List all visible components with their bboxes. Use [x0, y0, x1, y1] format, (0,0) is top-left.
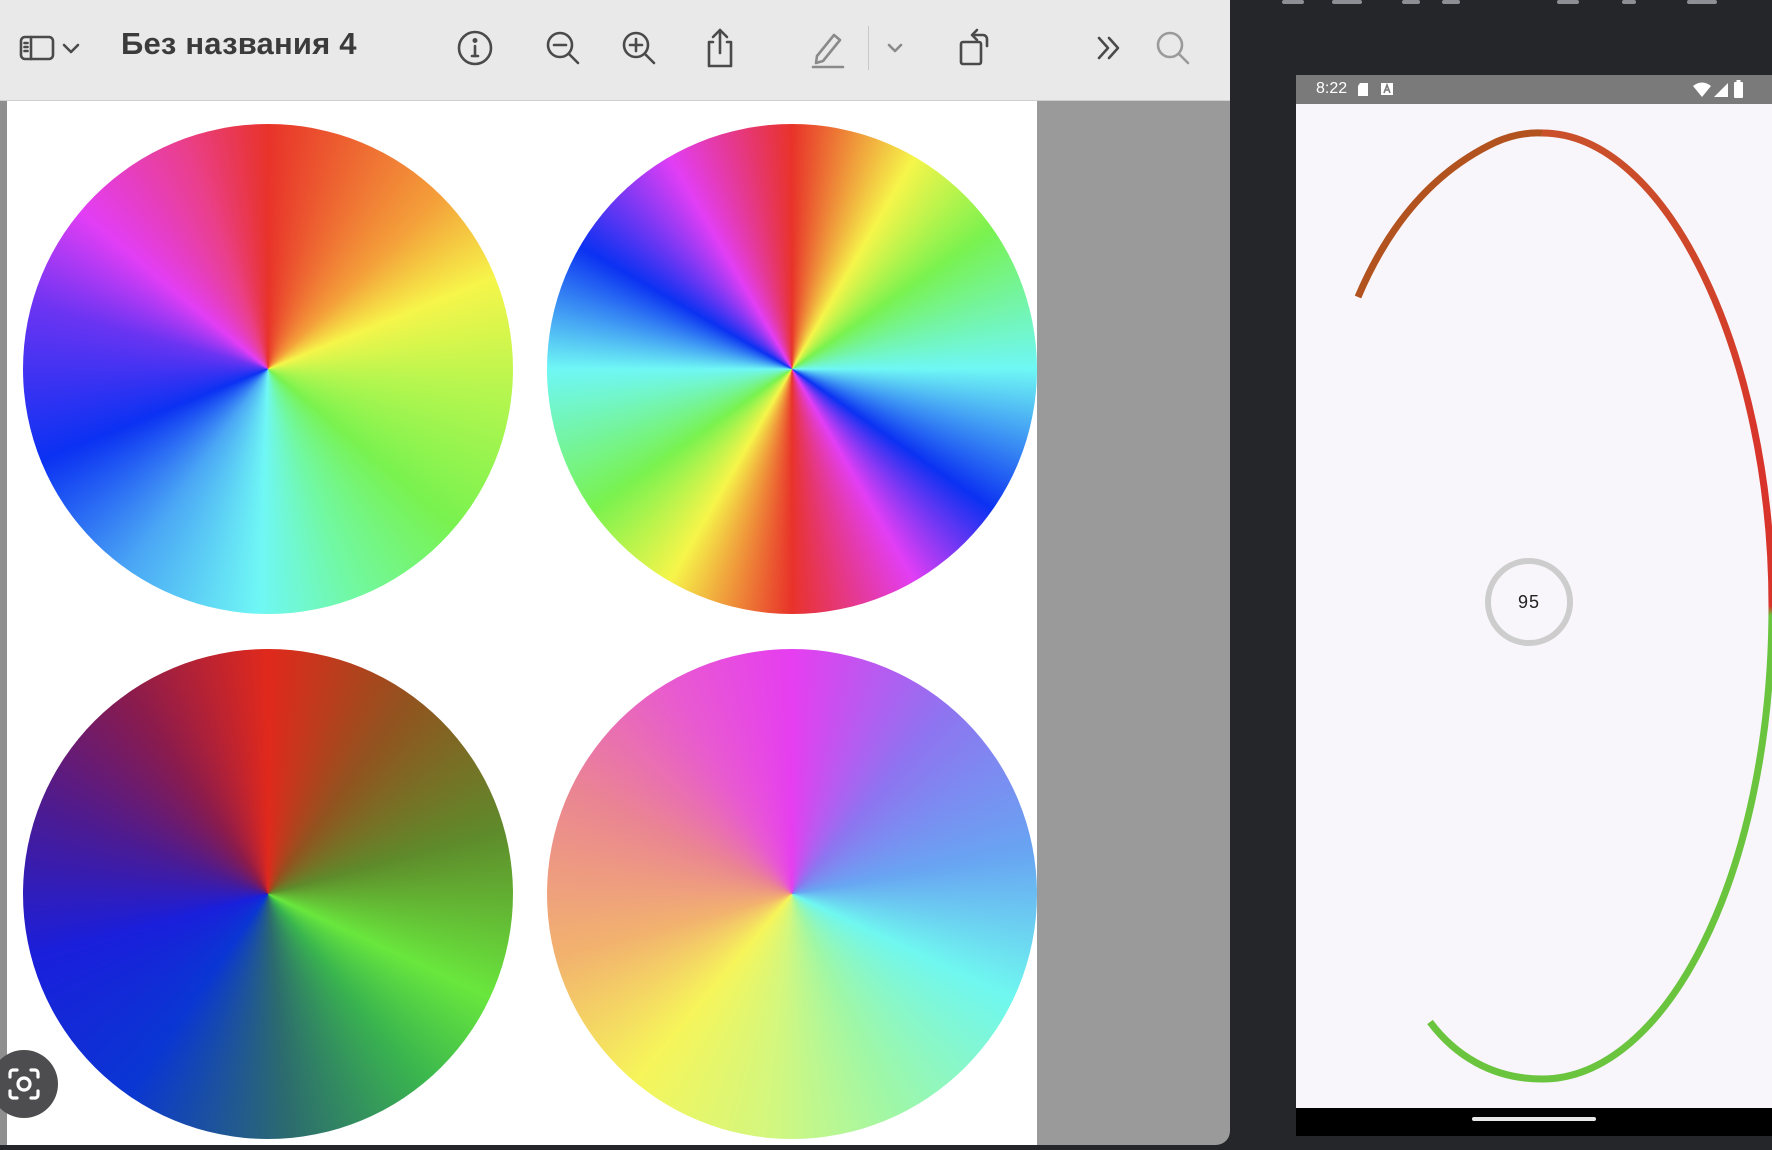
sidebar-toggle-button[interactable]	[12, 22, 62, 74]
color-wheel-rainbow	[23, 124, 513, 614]
arc-start-segment	[1354, 129, 1543, 299]
status-bar: 8:22	[1296, 75, 1772, 104]
zoom-out-button[interactable]	[538, 22, 588, 74]
more-chevrons-icon	[1097, 36, 1120, 60]
preview-window: Без названия 4	[0, 0, 1230, 1145]
camera-lens-icon	[8, 1068, 40, 1100]
color-wheel-double-rainbow	[547, 124, 1037, 614]
signal-icon	[1714, 83, 1728, 97]
toolbar-divider	[868, 26, 869, 70]
toolbar: Без названия 4	[0, 0, 1230, 101]
app-screen: 95	[1296, 104, 1772, 1108]
zoom-in-icon	[622, 31, 656, 65]
ide-toolbar-strip	[1232, 0, 1772, 14]
markup-pencil-icon	[811, 33, 845, 69]
document-title: Без названия 4	[121, 26, 357, 61]
sidebar-icon	[19, 35, 55, 61]
share-icon	[707, 28, 733, 68]
rotate-button[interactable]	[948, 22, 998, 74]
navigation-bar	[1296, 1108, 1772, 1136]
rotate-icon	[959, 28, 989, 66]
status-time: 8:22	[1316, 80, 1348, 97]
color-wheel-pastel	[547, 649, 1037, 1139]
info-button[interactable]	[450, 22, 500, 74]
markup-chevron-icon	[887, 43, 903, 53]
phone-emulator: 8:22 95	[1296, 75, 1772, 1136]
sd-card-icon	[1358, 83, 1368, 96]
window-edge	[0, 101, 7, 1145]
share-button[interactable]	[695, 22, 745, 74]
a-icon	[1381, 82, 1393, 95]
battery-icon	[1734, 80, 1743, 98]
zoom-in-button[interactable]	[614, 22, 664, 74]
chevron-down-icon	[62, 43, 80, 54]
home-gesture-handle[interactable]	[1472, 1117, 1596, 1121]
search-icon	[1156, 31, 1190, 65]
search-button[interactable]	[1148, 22, 1198, 74]
color-wheel-dark	[23, 649, 513, 1139]
document-page	[7, 101, 1037, 1145]
progress-value: 95	[1517, 591, 1541, 612]
sidebar-menu-button[interactable]	[56, 22, 86, 74]
zoom-out-icon	[546, 31, 580, 65]
info-icon	[457, 30, 493, 66]
markup-button[interactable]	[802, 22, 852, 74]
markup-menu-button[interactable]	[880, 22, 910, 74]
wifi-icon	[1693, 82, 1711, 97]
arc-main-segment	[1427, 129, 1772, 1083]
more-tools-button[interactable]	[1084, 22, 1134, 74]
progress-indicator: 95	[1485, 558, 1573, 646]
